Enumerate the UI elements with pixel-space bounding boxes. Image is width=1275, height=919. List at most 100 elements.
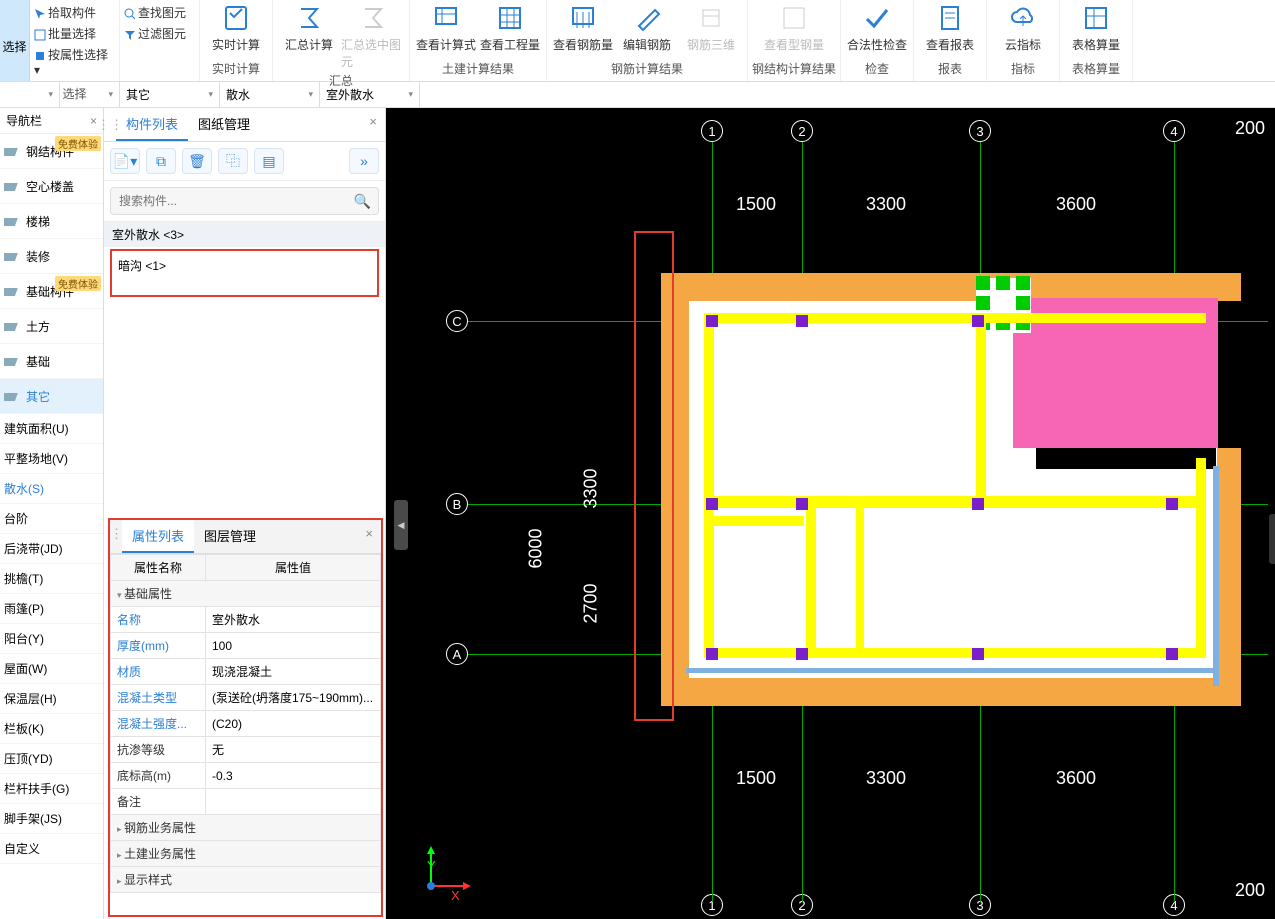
delete-button[interactable]: 🗑 [182,148,212,174]
cloud-index-button[interactable]: 云指标 [991,0,1055,58]
prop-row[interactable]: 材质现浇混凝土 [111,659,381,685]
group-report: 查看报表 报表 [914,0,987,81]
realtime-calc-button[interactable]: 实时计算 [204,0,268,58]
nav-sub-item[interactable]: 自定义 [0,834,103,864]
corner-num-top: 200 [1235,118,1265,139]
filter-dd-1[interactable]: ▾ [0,82,60,107]
filter-dd-2[interactable]: ▾ [60,82,120,107]
component-row[interactable]: 暗沟 <1> [112,251,377,280]
prop-group-civil[interactable]: 土建业务属性 [111,841,381,867]
nav-sub-item[interactable]: 栏杆扶手(G) [0,774,103,804]
find-element[interactable]: 查找图元 [124,2,195,23]
new-button[interactable]: 📄▾ [110,148,140,174]
nav-sub-item[interactable]: 雨篷(P) [0,594,103,624]
view-quantity-button[interactable]: 查看工程量 [478,0,542,58]
nav-item-hollow[interactable]: 空心楼盖 [0,169,103,204]
axis-col: 4 [1163,120,1185,142]
select-group: 拾取构件 批量选择 按属性选择 ▾ 选择 [30,0,120,81]
nav-close-icon[interactable]: × [90,114,97,128]
nav-item-found[interactable]: 基础 [0,344,103,379]
select-by-prop[interactable]: 按属性选择 ▾ [34,44,115,79]
nav-item-decor[interactable]: 装修 [0,239,103,274]
nav-sub-item[interactable]: 脚手架(JS) [0,804,103,834]
edit-rebar-button[interactable]: 编辑钢筋 [615,0,679,58]
sheet-calc-button[interactable]: 表格算量 [1064,0,1128,58]
filter-element[interactable]: 过滤图元 [124,23,195,44]
nav-item-earth[interactable]: 土方 [0,309,103,344]
plan-canvas[interactable]: 200 200 11223344 CBA 150033003600 150033… [386,108,1275,919]
axis-row: A [446,643,468,665]
tab-drawings[interactable]: 图纸管理 [188,108,260,141]
copy-button[interactable]: ⧉ [146,148,176,174]
dim-top: 1500 [736,194,776,215]
layers-button[interactable]: ▤ [254,148,284,174]
prop-row[interactable]: 底标高(m)-0.3 [111,763,381,789]
prop-group-display[interactable]: 显示样式 [111,867,381,893]
apron-top [661,273,1241,301]
rebar-3d-button: 钢筋三维 [679,0,743,58]
prop-row[interactable]: 厚度(mm)100 [111,633,381,659]
prop-tabs: ⋮⋮ 属性列表 图层管理 × [110,520,381,554]
property-table: 属性名称属性值 基础属性 名称室外散水厚度(mm)100材质现浇混凝土混凝土类型… [110,554,381,915]
tab-components[interactable]: 构件列表 [116,108,188,141]
group-sheet: 表格算量 表格算量 [1060,0,1133,81]
group-steel: 查看型钢量 钢结构计算结果 [748,0,841,81]
view-rebar-button[interactable]: 查看钢筋量 [551,0,615,58]
grip-icon[interactable]: ⋮⋮ [104,108,116,141]
nav-sub-item[interactable]: 保温层(H) [0,684,103,714]
search-input[interactable] [110,187,379,215]
nav-sub-item[interactable]: 平整场地(V) [0,444,103,474]
duplicate-button[interactable]: ⿻ [218,148,248,174]
nav-sub-item[interactable]: 建筑面积(U) [0,414,103,444]
panel-collapse-handle[interactable]: ◀ [394,500,408,550]
nav-pane: 导航栏 × 钢结构件免费体验空心楼盖楼梯装修基础构件免费体验土方基础其它 建筑面… [0,108,104,919]
batch-select[interactable]: 批量选择 [34,23,115,44]
prop-row[interactable]: 抗渗等级无 [111,737,381,763]
prop-row[interactable]: 混凝土类型(泵送砼(坍落度175~190mm)... [111,685,381,711]
tab-properties[interactable]: 属性列表 [122,520,194,553]
nav-item-stair[interactable]: 楼梯 [0,204,103,239]
prop-group-rebar[interactable]: 钢筋业务属性 [111,815,381,841]
nav-sub-item[interactable]: 阳台(Y) [0,624,103,654]
nav-sub-item[interactable]: 屋面(W) [0,654,103,684]
dim-left-2: 2700 [581,583,602,623]
filter-dd-3[interactable]: 其它▾ [120,82,220,107]
mid-tabs: ⋮⋮ 构件列表 图纸管理 × [104,108,385,142]
view-formula-button[interactable]: 查看计算式 [414,0,478,58]
prop-row[interactable]: 名称室外散水 [111,607,381,633]
search-icon[interactable]: 🔍 [354,193,371,210]
prop-group-basic[interactable]: 基础属性 [111,581,381,607]
summary-selected-button: 汇总选中图元 [341,0,405,70]
axis-col: 2 [791,120,813,142]
more-button[interactable]: » [349,148,379,174]
group-cloud: 云指标 指标 [987,0,1060,81]
mid-pane: ⋮⋮ 构件列表 图纸管理 × 📄▾ ⧉ 🗑 ⿻ ▤ » 🔍 室外散水 <3> 暗… [104,108,386,919]
nav-item-steel-comp[interactable]: 钢结构件免费体验 [0,134,103,169]
component-highlight: 暗沟 <1> [110,249,379,297]
mid-close-icon[interactable]: × [361,108,385,141]
tab-layers[interactable]: 图层管理 [194,520,266,553]
component-group-header[interactable]: 室外散水 <3> [104,222,385,247]
pick-component[interactable]: 拾取构件 [34,2,115,23]
nav-sub-item[interactable]: 散水(S) [0,474,103,504]
nav-sub-item[interactable]: 压顶(YD) [0,744,103,774]
find-group: 查找图元 过滤图元 [120,0,200,81]
nav-sub-item[interactable]: 栏板(K) [0,714,103,744]
nav-item-found-comp[interactable]: 基础构件免费体验 [0,274,103,309]
prop-close-icon[interactable]: × [357,520,381,553]
select-mode[interactable]: 选择 [0,0,30,81]
summary-calc-button[interactable]: 汇总计算 [277,0,341,70]
canvas-handle[interactable] [1269,514,1275,564]
nav-sub-item[interactable]: 挑檐(T) [0,564,103,594]
filter-dd-5[interactable]: 室外散水▾ [320,82,420,107]
component-search: 🔍 [110,187,379,215]
axis-row: B [446,493,468,515]
prop-row[interactable]: 备注 [111,789,381,815]
nav-sub-item[interactable]: 台阶 [0,504,103,534]
nav-sub-item[interactable]: 后浇带(JD) [0,534,103,564]
view-report-button[interactable]: 查看报表 [918,0,982,58]
prop-row[interactable]: 混凝土强度...(C20) [111,711,381,737]
filter-dd-4[interactable]: 散水▾ [220,82,320,107]
validity-check-button[interactable]: 合法性检查 [845,0,909,58]
nav-item-other[interactable]: 其它 [0,379,103,414]
